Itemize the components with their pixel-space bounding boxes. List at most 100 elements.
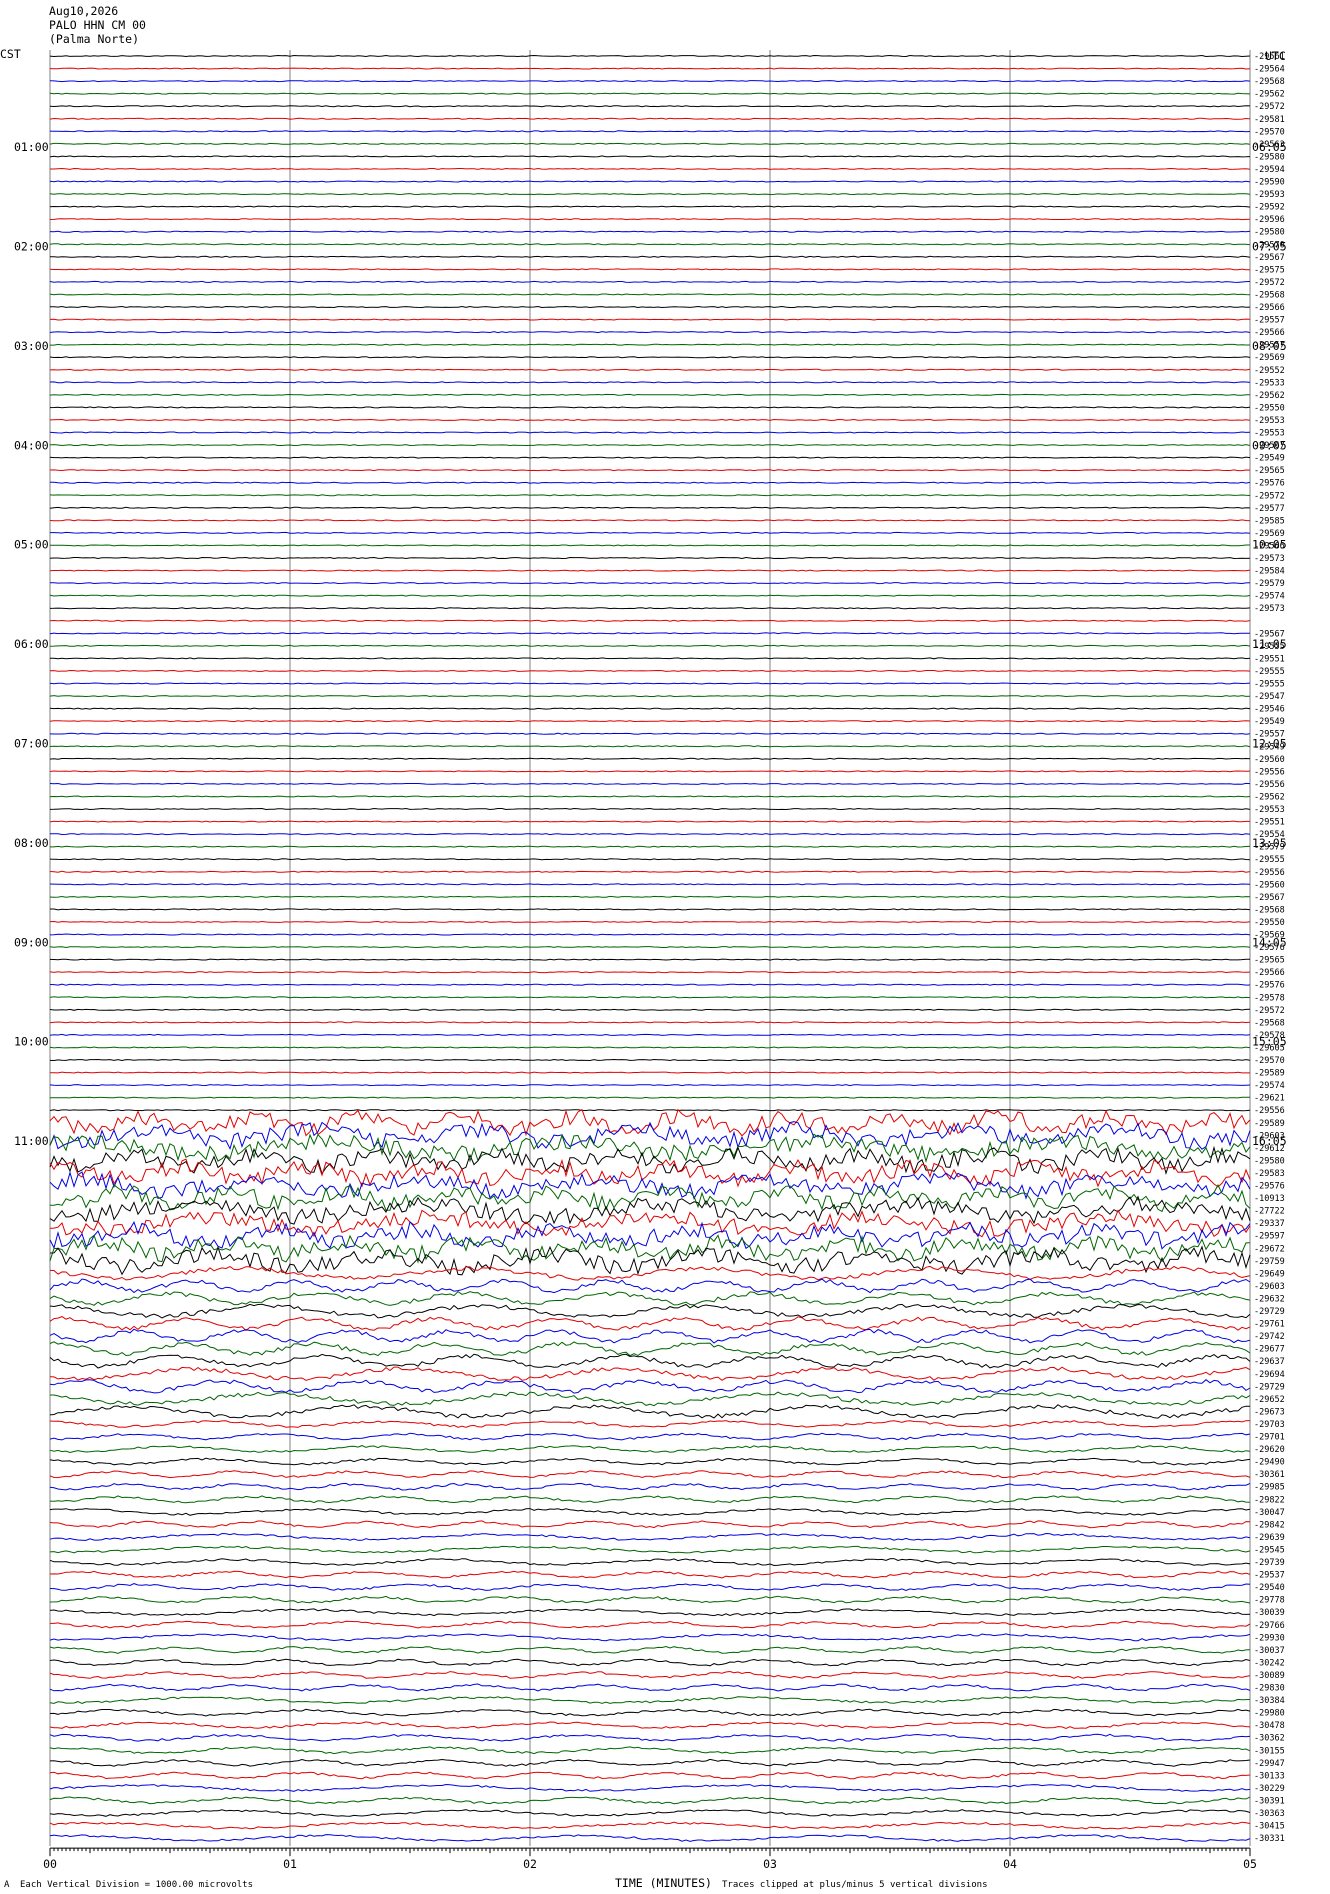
clip-note: Traces clipped at plus/minus 5 vertical … bbox=[722, 1880, 988, 1890]
trace-offset-label: -29568 bbox=[1254, 290, 1285, 300]
seismic-trace bbox=[49, 1278, 1251, 1294]
right-hour-label: 15:05 bbox=[1252, 1035, 1287, 1049]
trace-offset-label: -29564 bbox=[1254, 65, 1285, 75]
seismic-trace bbox=[49, 720, 1251, 723]
seismic-trace bbox=[49, 1071, 1250, 1074]
seismic-trace bbox=[49, 895, 1251, 898]
right-hour-label: 11:05 bbox=[1252, 637, 1287, 651]
trace-offset-label: -29553 bbox=[1254, 416, 1285, 426]
trace-offset-label: -29560 bbox=[1254, 880, 1285, 890]
trace-offset-label: -29574 bbox=[1254, 1081, 1285, 1091]
seismic-trace bbox=[49, 858, 1251, 861]
left-hour-label: 09:00 bbox=[14, 935, 49, 949]
trace-offset-label: -29573 bbox=[1254, 554, 1285, 564]
trace-offset-label: -29578 bbox=[1254, 993, 1285, 1003]
trace-offset-label: -29694 bbox=[1254, 1370, 1285, 1380]
trace-offset-label: -29537 bbox=[1254, 1571, 1285, 1581]
seismic-trace bbox=[49, 1328, 1251, 1344]
x-tick-label: 04 bbox=[1003, 1857, 1017, 1871]
scale-note: Each Vertical Division = 1000.00 microvo… bbox=[20, 1880, 253, 1890]
seismic-trace bbox=[49, 218, 1251, 221]
seismic-trace bbox=[49, 1834, 1251, 1842]
trace-offset-label: -30415 bbox=[1254, 1822, 1285, 1832]
left-hour-label: 02:00 bbox=[14, 240, 49, 254]
seismic-trace bbox=[49, 1145, 1251, 1176]
seismic-trace bbox=[49, 657, 1251, 660]
seismic-trace bbox=[49, 1303, 1251, 1319]
trace-offset-label: -29562 bbox=[1254, 391, 1285, 401]
seismic-trace bbox=[49, 1595, 1251, 1604]
seismic-trace bbox=[49, 1432, 1251, 1441]
trace-offset-label: -30229 bbox=[1254, 1784, 1285, 1794]
seismic-trace bbox=[49, 946, 1251, 949]
trace-offset-label: -29576 bbox=[1254, 981, 1285, 991]
seismic-trace bbox=[49, 820, 1250, 823]
trace-offset-label: -29555 bbox=[1254, 680, 1285, 690]
trace-offset-label: -29580 bbox=[1254, 1156, 1285, 1166]
trace-offset-label: -29556 bbox=[1254, 780, 1285, 790]
trace-offset-label: -29550 bbox=[1254, 403, 1285, 413]
trace-offset-label: -29547 bbox=[1254, 692, 1285, 702]
seismic-trace bbox=[49, 1708, 1251, 1717]
trace-offset-label: -29759 bbox=[1254, 1257, 1285, 1267]
seismic-trace bbox=[49, 318, 1251, 321]
trace-offset-label: -27722 bbox=[1254, 1207, 1285, 1217]
trace-offset-label: -29729 bbox=[1254, 1382, 1285, 1392]
seismic-trace bbox=[49, 1109, 1251, 1112]
seismic-trace bbox=[49, 695, 1251, 698]
trace-offset-label: -29572 bbox=[1254, 102, 1285, 112]
seismic-trace bbox=[49, 757, 1251, 760]
trace-offset-label: -29546 bbox=[1254, 705, 1285, 715]
seismic-trace bbox=[49, 456, 1251, 459]
seismic-trace bbox=[49, 1771, 1251, 1780]
seismic-trace bbox=[49, 619, 1251, 622]
trace-offset-label: -29742 bbox=[1254, 1332, 1285, 1342]
seismic-trace bbox=[49, 393, 1251, 396]
trace-offset-label: -29673 bbox=[1254, 1407, 1285, 1417]
left-hour-label: 07:00 bbox=[14, 736, 49, 750]
seismic-trace bbox=[49, 632, 1251, 635]
x-tick-label: 01 bbox=[283, 1857, 297, 1871]
trace-lines bbox=[49, 54, 1251, 1842]
trace-offset-label: -29677 bbox=[1254, 1345, 1285, 1355]
seismic-trace bbox=[49, 1796, 1251, 1805]
seismic-trace bbox=[49, 669, 1251, 672]
trace-offset-label: -30242 bbox=[1254, 1658, 1285, 1668]
trace-offset-label: -29490 bbox=[1254, 1458, 1285, 1468]
seismic-trace bbox=[49, 205, 1251, 208]
trace-offset-label: -29581 bbox=[1254, 115, 1285, 125]
seismic-trace bbox=[49, 1545, 1251, 1554]
trace-offset-label: -29649 bbox=[1254, 1269, 1285, 1279]
trace-offset-label: -29570 bbox=[1254, 127, 1285, 137]
seismic-trace bbox=[49, 569, 1251, 572]
seismic-trace bbox=[49, 268, 1251, 271]
seismic-trace bbox=[49, 1195, 1251, 1225]
seismic-trace bbox=[49, 305, 1251, 309]
seismic-trace bbox=[49, 1021, 1251, 1024]
seismic-trace bbox=[49, 431, 1251, 434]
seismic-trace bbox=[49, 795, 1251, 798]
trace-offset-label: -29576 bbox=[1254, 1182, 1285, 1192]
trace-offset-label: -29980 bbox=[1254, 1709, 1285, 1719]
seismic-trace bbox=[49, 255, 1251, 258]
trace-offset-label: -30478 bbox=[1254, 1721, 1285, 1731]
seismic-trace bbox=[49, 1583, 1251, 1592]
seismic-trace bbox=[50, 1391, 1251, 1407]
seismic-trace bbox=[49, 1084, 1251, 1087]
seismic-trace bbox=[49, 67, 1251, 70]
trace-offset-label: -30133 bbox=[1254, 1771, 1285, 1781]
seismic-trace bbox=[49, 971, 1251, 974]
trace-offset-label: -29556 bbox=[1254, 868, 1285, 878]
trace-offset-label: -29584 bbox=[1254, 567, 1285, 577]
left-hour-label: 11:00 bbox=[14, 1134, 49, 1148]
seismic-trace bbox=[49, 331, 1251, 334]
seismic-trace bbox=[49, 983, 1251, 986]
seismic-trace bbox=[49, 1353, 1251, 1369]
seismic-trace bbox=[49, 556, 1251, 560]
left-hour-label: 10:00 bbox=[14, 1035, 49, 1049]
seismic-trace bbox=[49, 1366, 1251, 1381]
trace-offset-label: -29947 bbox=[1254, 1759, 1285, 1769]
trace-offset-label: -29552 bbox=[1254, 366, 1285, 376]
seismic-trace bbox=[49, 1633, 1251, 1642]
seismic-trace bbox=[49, 1783, 1251, 1792]
